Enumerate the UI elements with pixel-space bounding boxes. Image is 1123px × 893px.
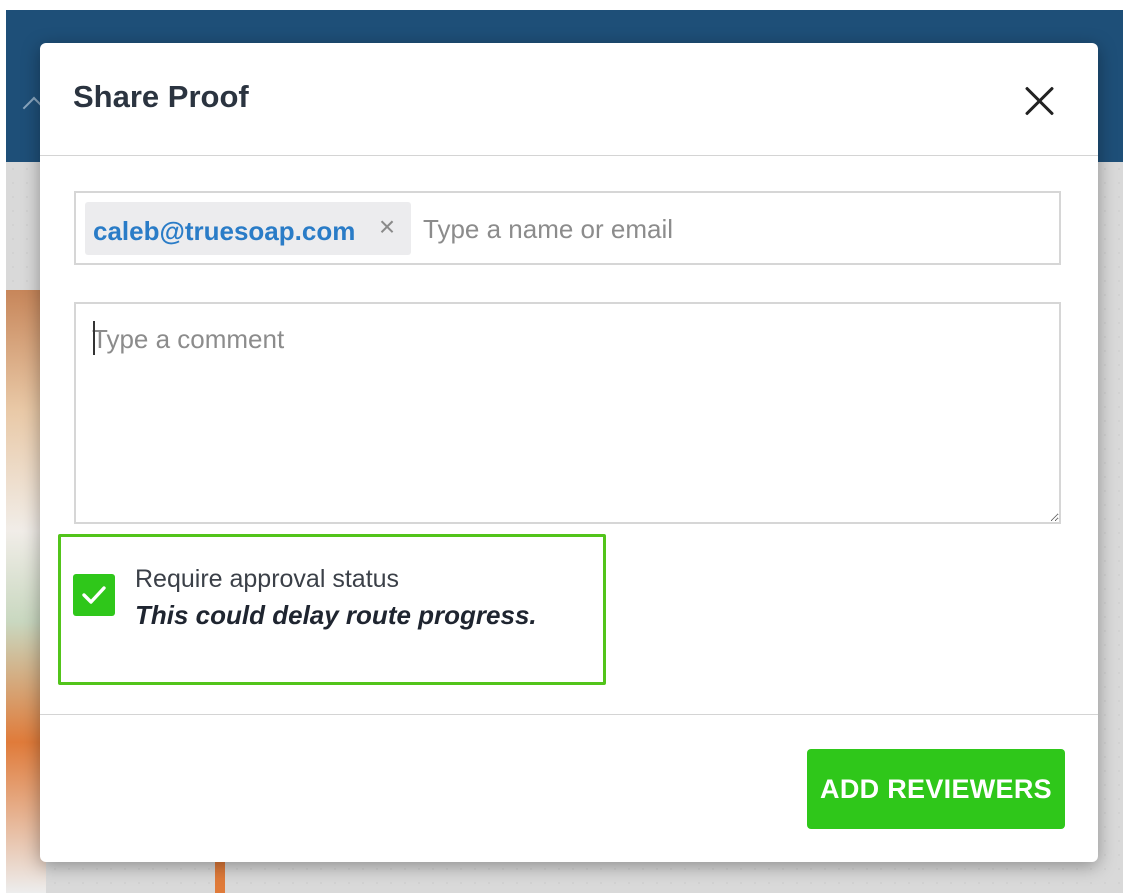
recipient-input[interactable] <box>421 203 1045 255</box>
background-accent-strip <box>215 862 225 893</box>
add-reviewers-button[interactable]: ADD REVIEWERS <box>807 749 1065 829</box>
dialog-title: Share Proof <box>73 79 249 114</box>
approval-warning-note: This could delay route progress. <box>135 600 537 630</box>
recipient-tag-label: caleb@truesoap.com <box>93 216 356 246</box>
recipients-field[interactable]: caleb@truesoap.com × <box>74 191 1061 265</box>
require-approval-checkbox[interactable] <box>73 574 115 616</box>
dialog-header: Share Proof <box>40 43 1098 156</box>
comment-textarea[interactable] <box>74 302 1061 524</box>
require-approval-label: Require approval status <box>135 565 400 593</box>
recipient-tag: caleb@truesoap.com × <box>85 202 411 255</box>
text-caret <box>93 321 95 355</box>
footer-divider <box>40 714 1098 715</box>
remove-recipient-icon[interactable]: × <box>375 212 399 242</box>
checkmark-icon <box>82 586 106 604</box>
close-icon[interactable] <box>1022 83 1058 119</box>
share-proof-dialog: Share Proof caleb@truesoap.com × Require… <box>40 43 1098 862</box>
